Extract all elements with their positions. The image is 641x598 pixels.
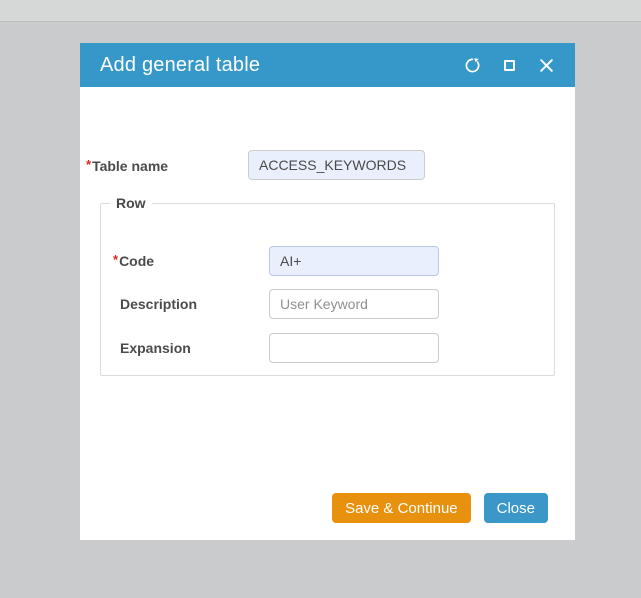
refresh-icon [464,57,481,74]
refresh-button[interactable] [463,56,481,74]
dialog-title: Add general table [100,54,463,77]
row-group-legend: Row [110,195,152,211]
required-marker: * [86,157,91,172]
close-button[interactable]: Close [484,493,548,523]
table-name-label: * Table name [86,151,168,181]
table-name-label-text: Table name [92,158,168,174]
code-label: * Code [113,246,154,276]
description-label-text: Description [120,296,197,312]
code-input[interactable] [269,246,439,276]
description-input[interactable] [269,289,439,319]
maximize-icon [504,60,515,71]
add-general-table-dialog: Add general table [80,43,575,540]
window-controls [463,56,555,74]
expansion-label: Expansion [113,333,191,363]
save-and-continue-button[interactable]: Save & Continue [332,493,471,523]
maximize-button[interactable] [500,56,518,74]
dialog-actions: Save & Continue Close [332,493,548,523]
close-window-button[interactable] [537,56,555,74]
dialog-header: Add general table [80,43,575,87]
page-background: Add general table [0,0,641,598]
row-group: Row * Code Description Expansion [100,195,555,376]
table-name-input[interactable] [248,150,425,180]
dialog-body: * Table name Row * Code Description [80,87,575,540]
close-icon [539,58,554,73]
required-marker: * [113,252,118,267]
expansion-label-text: Expansion [120,340,191,356]
top-strip [0,0,641,22]
description-label: Description [113,289,197,319]
code-label-text: Code [119,253,154,269]
expansion-input[interactable] [269,333,439,363]
